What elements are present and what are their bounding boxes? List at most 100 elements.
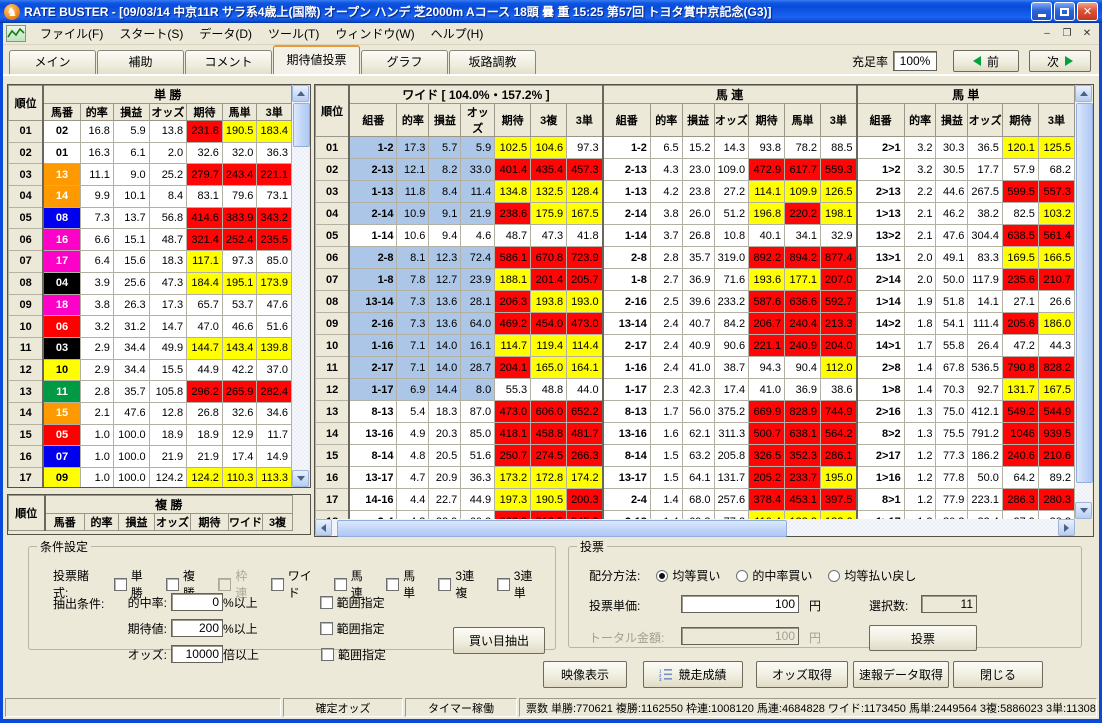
combo-odds-row[interactable]: 16 13-17 4.7 20.9 36.3 173.2 172.8 174.2 13-17 1.… xyxy=(315,466,1075,489)
minimize-button[interactable] xyxy=(1031,2,1052,21)
win-odds-row[interactable]: 16 07 1.0 100.0 21.9 21.9 17.4 14.9 xyxy=(8,445,292,468)
value-cell: 4.6 xyxy=(460,224,496,247)
bet-type-checkbox-wide[interactable] xyxy=(270,577,284,591)
win-odds-row[interactable]: 10 06 3.2 31.2 14.7 47.0 46.6 51.6 xyxy=(8,315,292,338)
win-odds-row[interactable]: 12 10 2.9 34.4 15.5 44.9 42.2 37.0 xyxy=(8,358,292,382)
combo-odds-row[interactable]: 09 2-16 7.3 13.6 64.0 469.2 454.0 473.0 13-14 2.4… xyxy=(315,312,1075,335)
win-odds-row[interactable]: 13 11 2.8 35.7 105.8 296.2 265.9 282.4 xyxy=(8,380,292,403)
combo-odds-row[interactable]: 06 2-8 8.1 12.3 72.4 586.1 670.8 723.9 2-8 2.8 35.… xyxy=(315,246,1075,269)
range-checkbox-hit-rate[interactable] xyxy=(319,595,333,609)
menu-item-start[interactable]: スタート(S) xyxy=(111,23,191,44)
combo-odds-row[interactable]: 182-44.322.960.2262.2313.5345.32-181.469… xyxy=(315,510,1075,519)
combo-number-cell: 13-16 xyxy=(348,422,398,445)
prev-race-button[interactable]: 前 xyxy=(953,50,1019,72)
combo-odds-row[interactable]: 17 14-16 4.4 22.7 44.9 197.3 190.5 200.3 2-4 1.4 6… xyxy=(315,488,1075,511)
combo-odds-row[interactable]: 01 1-2 17.3 5.7 5.9 102.5 104.6 97.3 1-2 6.5 15.2 1… xyxy=(315,136,1075,159)
next-race-button[interactable]: 次 xyxy=(1029,50,1091,72)
win-odds-row[interactable]: 11 03 2.9 34.4 49.9 144.7 143.4 139.8 xyxy=(8,336,292,360)
close-button[interactable]: ✕ xyxy=(1077,2,1098,21)
mdi-minimize-icon[interactable]: – xyxy=(1038,25,1056,42)
win-odds-row[interactable]: 02 01 16.3 6.1 2.0 32.6 32.0 36.3 xyxy=(8,141,292,165)
win-odds-row[interactable]: 01 02 16.8 5.9 13.8 231.8 190.5 183.4 xyxy=(8,120,292,143)
combo-odds-row[interactable]: 07 1-8 7.8 12.7 23.9 188.1 201.4 205.7 1-8 2.7 36.… xyxy=(315,268,1075,291)
combo-odds-row[interactable]: 12 1-17 6.9 14.4 8.0 55.3 48.8 44.0 1-17 2.3 42.3 1… xyxy=(315,378,1075,401)
race-result-button[interactable]: 1 2 3 競走成績 xyxy=(643,661,743,688)
win-odds-row[interactable]: 15 05 1.0 100.0 18.9 18.9 12.9 11.7 xyxy=(8,423,292,447)
scrollbar-thumb[interactable] xyxy=(1076,103,1093,483)
extract-bets-button[interactable]: 買い目抽出 xyxy=(453,627,545,654)
value-cell: 117.1 xyxy=(186,250,223,273)
combo-grid-vscrollbar[interactable] xyxy=(1075,85,1093,519)
scroll-up-icon[interactable] xyxy=(1075,85,1092,102)
combo-odds-row[interactable]: 11 2-17 7.1 14.0 28.7 204.1 165.0 164.1 1-16 2.4 4… xyxy=(315,356,1075,379)
range-checkbox-expected-value[interactable] xyxy=(319,621,333,635)
bet-type-checkbox-umatan[interactable] xyxy=(386,577,400,591)
bet-type-checkbox-umaren[interactable] xyxy=(333,577,347,591)
win-odds-row[interactable]: 09 18 3.8 26.3 17.3 65.7 53.7 47.6 xyxy=(8,293,292,317)
win-odds-row[interactable]: 14 15 2.1 47.6 12.8 26.8 32.6 34.6 xyxy=(8,401,292,425)
win-odds-row[interactable]: 07 17 6.4 15.6 18.3 117.1 97.3 85.0 xyxy=(8,250,292,273)
unit-price-input[interactable]: 100 xyxy=(681,595,799,613)
scrollbar-thumb[interactable] xyxy=(337,520,787,537)
combo-odds-row[interactable]: 14 13-16 4.9 20.3 85.0 418.1 458.8 481.7 13-16 1.… xyxy=(315,422,1075,445)
mdi-restore-icon[interactable]: ❐ xyxy=(1058,25,1076,42)
maximize-button[interactable] xyxy=(1054,2,1075,21)
scroll-down-icon[interactable] xyxy=(1075,502,1092,519)
allocation-radio-hit-rate-buy[interactable] xyxy=(736,569,749,582)
win-odds-row[interactable]: 06 16 6.6 15.1 48.7 321.4 252.4 235.5 xyxy=(8,228,292,252)
menu-item-data[interactable]: データ(D) xyxy=(191,23,260,44)
menu-item-window[interactable]: ウィンドウ(W) xyxy=(327,23,422,44)
scroll-left-icon[interactable] xyxy=(315,519,332,536)
tab-hanro-chokyo[interactable]: 坂路調教 xyxy=(449,50,536,74)
combo-odds-row[interactable]: 03 1-13 11.8 8.4 11.4 134.8 132.5 128.4 1-13 4.2 2… xyxy=(315,180,1075,203)
video-display-button[interactable]: 映像表示 xyxy=(543,661,627,688)
value-cell: 10.1 xyxy=(112,185,150,208)
tab-main[interactable]: メイン xyxy=(9,50,96,74)
bet-type-checkbox-sanrenpuku[interactable] xyxy=(438,577,452,591)
tab-hojo[interactable]: 補助 xyxy=(97,50,184,74)
close-button[interactable]: 閉じる xyxy=(953,661,1043,688)
horse-number-cell: 16 xyxy=(42,228,81,252)
bet-type-checkbox-tansho[interactable] xyxy=(113,577,127,591)
scroll-right-icon[interactable] xyxy=(1058,519,1075,536)
scrollbar-thumb[interactable] xyxy=(293,103,310,147)
win-odds-row[interactable]: 17 09 1.0 100.0 124.2 124.2 110.3 113.3 xyxy=(8,467,292,487)
menu-item-help[interactable]: ヘルプ(H) xyxy=(423,23,492,44)
scroll-down-icon[interactable] xyxy=(292,470,309,487)
combo-odds-row[interactable]: 15 8-14 4.8 20.5 51.6 250.7 274.5 266.3 8-14 1.5 6… xyxy=(315,444,1075,467)
menu-item-tool[interactable]: ツール(T) xyxy=(260,23,327,44)
vote-button[interactable]: 投票 xyxy=(869,625,977,651)
win-odds-row[interactable]: 05 08 7.3 13.7 56.8 414.6 383.9 343.2 xyxy=(8,206,292,230)
odds-fetch-button[interactable]: オッズ取得 xyxy=(756,661,848,688)
scroll-up-icon[interactable] xyxy=(292,85,309,102)
win-odds-row[interactable]: 04 14 9.9 10.1 8.4 83.1 79.6 73.1 xyxy=(8,185,292,208)
flash-data-fetch-button[interactable]: 速報データ取得 xyxy=(853,661,949,688)
combo-odds-row[interactable]: 05 1-14 10.6 9.4 4.6 48.7 47.3 41.8 1-14 3.7 26.8 1… xyxy=(315,224,1075,247)
expected-value-input[interactable]: 200 xyxy=(171,619,223,637)
combo-grid-hscrollbar[interactable] xyxy=(315,519,1075,537)
selection-count-label: 選択数: xyxy=(869,599,909,613)
allocation-radio-equal-payout[interactable] xyxy=(828,569,841,582)
tab-comment[interactable]: コメント xyxy=(185,50,272,74)
win-odds-row[interactable]: 08 04 3.9 25.6 47.3 184.4 195.1 173.9 xyxy=(8,271,292,295)
combo-odds-row[interactable]: 10 1-16 7.1 14.0 16.1 114.7 119.4 114.4 2-17 2.4 4… xyxy=(315,334,1075,357)
combo-odds-row[interactable]: 08 13-14 7.3 13.6 28.1 206.3 193.8 193.0 2-16 2.5… xyxy=(315,290,1075,313)
bet-type-checkbox-fukusho[interactable] xyxy=(166,577,180,591)
combo-odds-row[interactable]: 04 2-14 10.9 9.1 21.9 238.6 175.9 167.5 2-14 3.8 2… xyxy=(315,202,1075,225)
menu-item-file[interactable]: ファイル(F) xyxy=(32,23,111,44)
combo-odds-row[interactable]: 13 8-13 5.4 18.3 87.0 473.0 606.0 652.2 8-13 1.7 5… xyxy=(315,400,1075,423)
combo-odds-row[interactable]: 02 2-13 12.1 8.2 33.0 401.4 435.4 457.3 2-13 4.3 2… xyxy=(315,158,1075,181)
win-table-scrollbar[interactable] xyxy=(292,85,310,487)
value-cell: 25.2 xyxy=(148,163,188,187)
tab-graph[interactable]: グラフ xyxy=(361,50,448,74)
win-odds-row[interactable]: 03 13 11.1 9.0 25.2 279.7 243.4 221.1 xyxy=(8,163,292,187)
combo-number-cell: 1-16 xyxy=(601,356,651,379)
hit-rate-input[interactable]: 0 xyxy=(171,593,223,611)
bet-type-checkbox-sanrentan[interactable] xyxy=(496,577,510,591)
allocation-radio-equal-buy[interactable] xyxy=(656,569,669,582)
odds-input[interactable]: 10000 xyxy=(171,645,223,663)
range-checkbox-odds[interactable] xyxy=(321,647,335,661)
column-header: オッズ xyxy=(967,103,1003,137)
tab-expected-value-vote[interactable]: 期待値投票 xyxy=(273,45,360,74)
mdi-close-icon[interactable]: ✕ xyxy=(1078,25,1096,42)
